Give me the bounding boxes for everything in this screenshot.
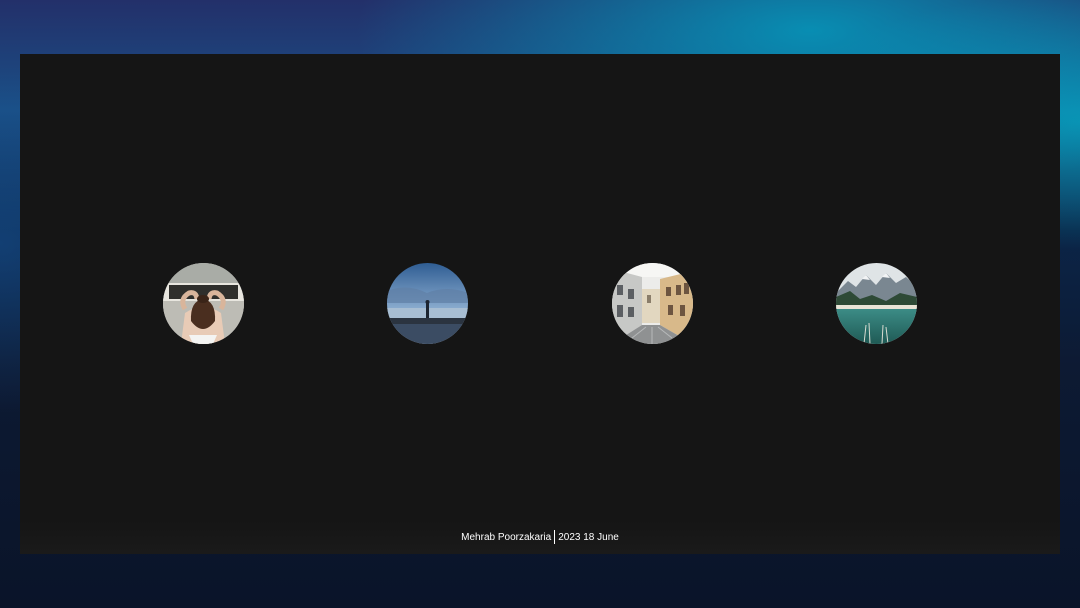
publish-date: 2023 18 June xyxy=(558,531,619,543)
woman-portrait-photo-icon xyxy=(163,263,244,344)
mountain-lake-photo-icon xyxy=(836,263,917,344)
seaside-figure-photo-icon xyxy=(387,263,468,344)
footer-credit: Mehrab Poorzakaria 2023 18 June xyxy=(461,530,619,544)
footer-separator xyxy=(554,530,556,544)
footer: Mehrab Poorzakaria 2023 18 June xyxy=(20,520,1060,554)
gallery-thumbnail-4[interactable] xyxy=(836,263,917,344)
gallery-panel: Mehrab Poorzakaria 2023 18 June xyxy=(20,54,1060,554)
gallery-thumbnail-1[interactable] xyxy=(163,263,244,344)
gallery-thumbnail-2[interactable] xyxy=(387,263,468,344)
author-name: Mehrab Poorzakaria xyxy=(461,531,552,543)
old-town-street-photo-icon xyxy=(612,263,693,344)
gallery-thumbnail-3[interactable] xyxy=(612,263,693,344)
